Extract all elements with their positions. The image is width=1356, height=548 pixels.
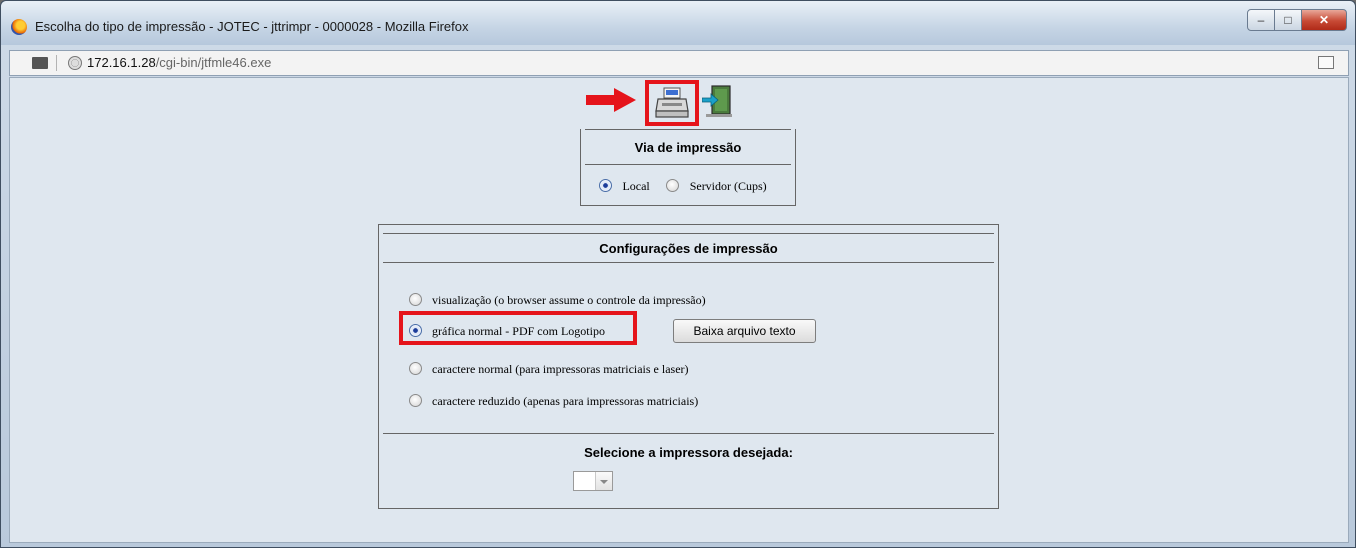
label-grafica-normal: gráfica normal - PDF com Logotipo	[432, 324, 605, 338]
maximize-button[interactable]: □	[1275, 9, 1302, 31]
minimize-button[interactable]: –	[1247, 9, 1275, 31]
option-caractere-normal[interactable]: caractere normal (para impressoras matri…	[409, 360, 689, 378]
page-content: Via de impressão Local Servidor (Cups) C…	[9, 77, 1349, 543]
radio-local[interactable]	[599, 179, 612, 193]
label-local: Local	[622, 179, 650, 193]
chevron-down-icon[interactable]	[595, 472, 612, 490]
option-caractere-reduzido[interactable]: caractere reduzido (apenas para impresso…	[409, 392, 698, 410]
tab-groups-icon[interactable]	[32, 57, 48, 69]
via-impressao-header: Via de impressão	[585, 129, 791, 165]
option-grafica-normal[interactable]: gráfica normal - PDF com Logotipo	[409, 322, 605, 340]
config-impressao-header: Configurações de impressão	[383, 233, 994, 263]
radio-visualizacao[interactable]	[409, 293, 422, 307]
arrow-right-icon	[586, 88, 636, 112]
window-title: Escolha do tipo de impressão - JOTEC - j…	[35, 19, 469, 34]
firefox-icon	[11, 19, 27, 35]
radio-servidor[interactable]	[666, 179, 680, 193]
radio-caractere-reduzido[interactable]	[409, 394, 422, 408]
printer-icon	[655, 87, 689, 118]
label-caractere-reduzido: caractere reduzido (apenas para impresso…	[432, 394, 699, 408]
url-path: /cgi-bin/jtfmle46.exe	[155, 55, 272, 70]
url-separator	[56, 55, 57, 71]
browser-window: Escolha do tipo de impressão - JOTEC - j…	[0, 0, 1356, 548]
printer-section-divider	[383, 433, 994, 434]
url-host: 172.16.1.28	[87, 55, 156, 70]
label-caractere-normal: caractere normal (para impressoras matri…	[432, 362, 689, 376]
printer-select-value	[574, 474, 577, 488]
printer-select[interactable]	[573, 471, 613, 491]
site-identity-icon[interactable]	[68, 56, 82, 70]
close-button[interactable]: ✕	[1302, 9, 1347, 31]
via-impressao-panel: Via de impressão Local Servidor (Cups)	[580, 129, 796, 206]
title-bar: Escolha do tipo de impressão - JOTEC - j…	[1, 1, 1355, 45]
reader-view-icon[interactable]	[1318, 56, 1334, 69]
window-controls: – □ ✕	[1247, 9, 1347, 31]
radio-grafica-normal[interactable]	[409, 324, 422, 338]
baixa-arquivo-texto-button[interactable]: Baixa arquivo texto	[673, 319, 816, 343]
label-servidor: Servidor (Cups)	[689, 179, 767, 193]
url-text[interactable]: 172.16.1.28/cgi-bin/jtfmle46.exe	[87, 55, 271, 70]
via-options: Local Servidor (Cups)	[599, 177, 767, 195]
config-impressao-panel: Configurações de impressão visualização …	[378, 224, 999, 509]
radio-caractere-normal[interactable]	[409, 362, 422, 376]
option-visualizacao[interactable]: visualização (o browser assume o control…	[409, 291, 706, 309]
label-visualizacao: visualização (o browser assume o control…	[432, 293, 706, 307]
address-bar[interactable]: 172.16.1.28/cgi-bin/jtfmle46.exe	[9, 50, 1349, 76]
print-button[interactable]	[645, 80, 699, 126]
printer-section-header: Selecione a impressora desejada:	[584, 445, 793, 460]
exit-door-icon[interactable]	[702, 84, 734, 118]
